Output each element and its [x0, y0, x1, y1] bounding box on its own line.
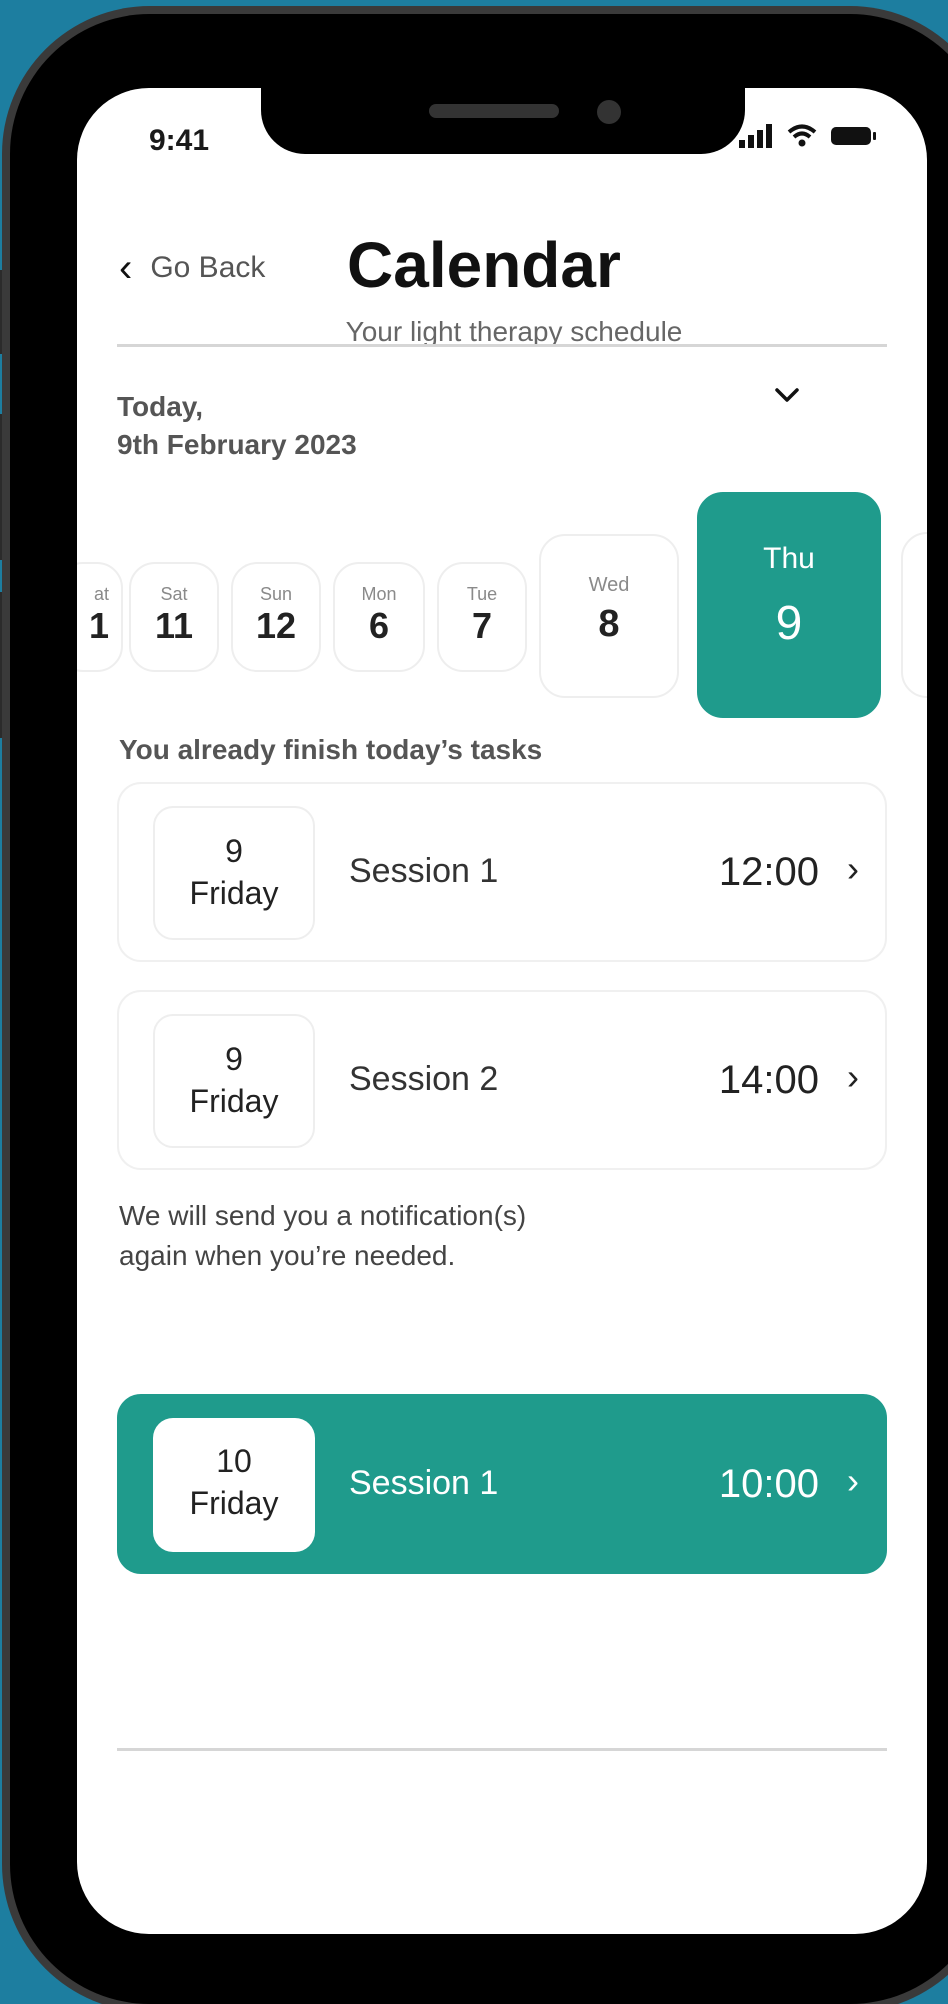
- session-weekday: Friday: [189, 875, 279, 911]
- day-name: Mon: [361, 584, 397, 604]
- notification-notice: We will send you a notification(s) again…: [119, 1196, 526, 1276]
- session-time: 10:00: [718, 1462, 819, 1506]
- day-item[interactable]: at 1: [77, 562, 123, 672]
- chevron-right-icon: ›: [847, 848, 859, 889]
- notice-line: We will send you a notification(s): [119, 1200, 527, 1231]
- chevron-right-icon: ›: [847, 1460, 859, 1501]
- wifi-icon: [787, 124, 817, 147]
- session-date: 9 Friday: [153, 1014, 315, 1148]
- go-back-label: Go Back: [150, 251, 266, 284]
- page-header: ‹ Go Back Calendar Your light therapy sc…: [77, 198, 927, 348]
- day-item[interactable]: [901, 532, 927, 698]
- front-camera: [597, 100, 621, 124]
- status-time: 9:41: [149, 124, 210, 157]
- day-item[interactable]: Sun 12: [231, 562, 321, 672]
- signal-icon: [739, 124, 772, 148]
- session-date: 9 Friday: [153, 806, 315, 940]
- session-weekday: Friday: [189, 1485, 279, 1521]
- day-item[interactable]: Mon 6: [333, 562, 425, 672]
- day-number: 6: [368, 605, 390, 646]
- day-name: Sat: [160, 584, 188, 604]
- day-item[interactable]: Tue 7: [437, 562, 527, 672]
- day-item[interactable]: Wed 8: [539, 534, 679, 698]
- chevron-left-icon: ‹: [119, 246, 133, 290]
- app-screen: 9:41 ‹ Go Back Calendar Your light thera…: [77, 88, 927, 1934]
- day-number: 11: [154, 605, 194, 646]
- upcoming-session-card[interactable]: 10 Friday Session 1 10:00 ›: [117, 1394, 887, 1574]
- session-day: 9: [225, 833, 243, 869]
- day-name: Tue: [466, 584, 498, 604]
- day-number: 12: [255, 605, 297, 646]
- chevron-right-icon: ›: [847, 1056, 859, 1097]
- session-day: 10: [216, 1443, 252, 1479]
- phone-frame: 9:41 ‹ Go Back Calendar Your light thera…: [10, 14, 948, 2004]
- session-weekday: Friday: [189, 1083, 279, 1119]
- day-name: at: [93, 584, 109, 604]
- session-card[interactable]: 9 Friday Session 2 14:00 ›: [117, 990, 887, 1170]
- session-date: 10 Friday: [153, 1418, 315, 1552]
- status-icons: [739, 124, 876, 148]
- footer-divider: [117, 1748, 887, 1751]
- day-name: Wed: [588, 574, 630, 596]
- today-line: Today,: [117, 391, 204, 422]
- session-day: 9: [225, 1041, 243, 1077]
- today-label: Today, 9th February 2023: [117, 388, 357, 464]
- session-time: 12:00: [718, 850, 819, 894]
- tasks-heading: You already finish today’s tasks: [119, 734, 543, 765]
- day-item[interactable]: Sat 11: [129, 562, 219, 672]
- page-title: Calendar: [347, 229, 621, 301]
- day-number: 7: [471, 605, 493, 646]
- session-label: Session 2: [349, 1060, 499, 1098]
- notch: [261, 88, 745, 154]
- session-card[interactable]: 9 Friday Session 1 12:00 ›: [117, 782, 887, 962]
- day-item-selected[interactable]: Thu 9: [697, 492, 881, 718]
- day-number: 8: [598, 603, 620, 645]
- day-name: Sun: [259, 584, 293, 604]
- header-divider: [117, 344, 887, 347]
- day-number: 1: [88, 605, 109, 646]
- session-time: 14:00: [718, 1058, 819, 1102]
- chevron-down-icon[interactable]: [772, 380, 802, 410]
- session-label: Session 1: [349, 852, 499, 890]
- day-name: Thu: [763, 542, 815, 575]
- speaker: [429, 104, 559, 118]
- battery-icon: [831, 127, 876, 145]
- go-back-button[interactable]: ‹ Go Back: [119, 248, 265, 288]
- session-label: Session 1: [349, 1464, 499, 1502]
- today-date: 9th February 2023: [117, 429, 357, 460]
- day-number: 9: [775, 597, 803, 650]
- notice-line: again when you’re needed.: [119, 1240, 456, 1271]
